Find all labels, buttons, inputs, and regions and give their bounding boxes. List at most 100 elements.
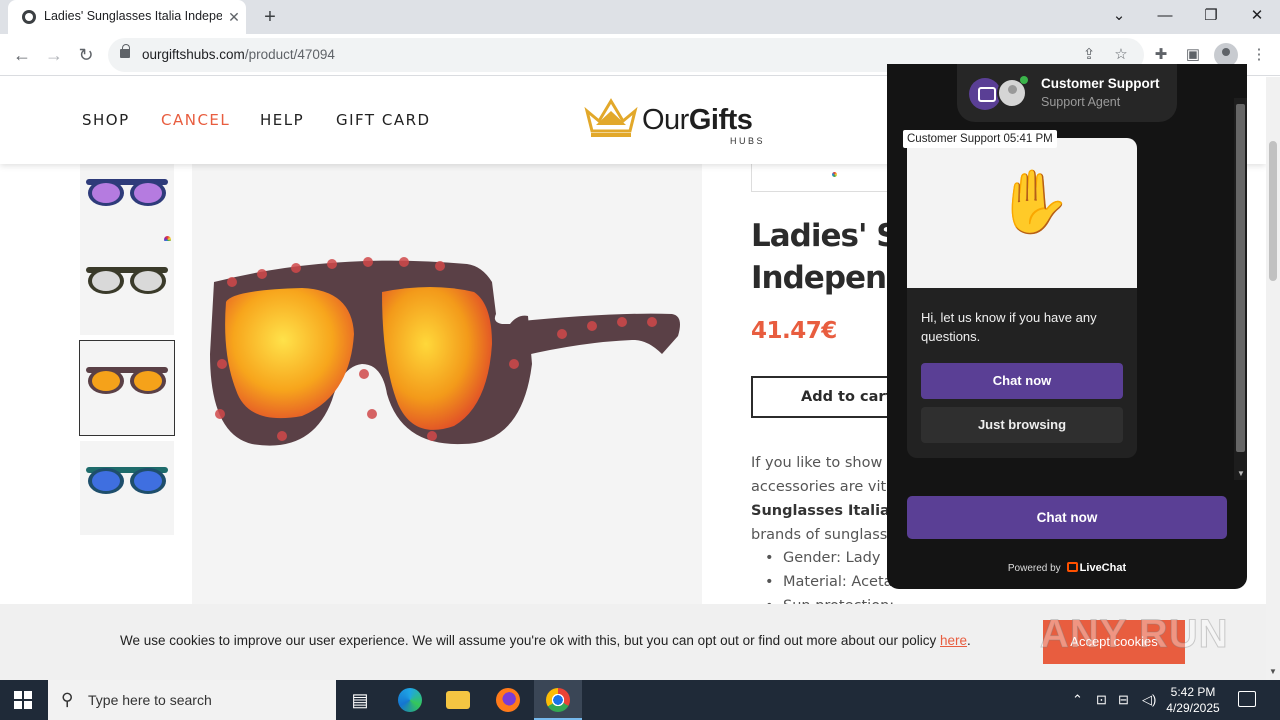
online-status-icon (1020, 76, 1028, 84)
product-thumbnail-blue[interactable] (80, 441, 174, 535)
sunglasses-purple-image (86, 179, 168, 206)
sunglasses-orange-image (86, 367, 168, 394)
page-scrollbar[interactable]: ▼ (1266, 77, 1280, 680)
restore-button[interactable]: ❐ (1188, 2, 1234, 30)
sunglasses-main-image (210, 257, 680, 446)
just-browsing-button[interactable]: Just browsing (921, 407, 1123, 443)
chat-now-button[interactable]: Chat now (907, 496, 1227, 539)
product-thumbnail-orange-selected[interactable] (79, 340, 175, 436)
cookie-policy-link[interactable]: here (940, 633, 967, 648)
reload-icon[interactable]: ↻ (72, 41, 100, 69)
crown-logo-icon (584, 98, 638, 137)
search-icon: ⚲ (61, 690, 74, 709)
agent-role: Support Agent (1041, 95, 1121, 109)
logo-word-gifts: Gifts (688, 104, 753, 136)
windows-taskbar: ⚲ Type here to search ▤ ⌃ ⊡ ⊟ ◁) 5:42 PM… (0, 680, 1280, 720)
chat-message-text: Hi, let us know if you have any question… (921, 310, 1097, 344)
chat-message-card: ✋ Hi, let us know if you have any questi… (907, 138, 1137, 458)
spec-item: Gender: Lady (765, 546, 895, 570)
forward-arrow-icon[interactable]: → (40, 41, 68, 69)
task-view-icon[interactable]: ▤ (336, 680, 384, 720)
livechat-widget: Customer Support Support Agent Customer … (887, 64, 1247, 589)
notification-icon[interactable] (1238, 691, 1256, 707)
page-scrollbar-thumb[interactable] (1269, 141, 1277, 281)
browser-tab-strip: Ladies' Sunglasses Italia Independent ✕ … (0, 0, 1280, 34)
chat-scrollbar-thumb[interactable] (1236, 104, 1245, 452)
nav-gift-card[interactable]: GIFT CARD (336, 111, 431, 129)
url-host: ourgiftshubs.com (142, 47, 245, 62)
cookie-message: We use cookies to improve our user exper… (120, 633, 940, 648)
powered-by-livechat[interactable]: Powered by LiveChat (887, 562, 1247, 574)
clock-time: 5:42 PM (1170, 685, 1216, 699)
scroll-down-arrow-icon[interactable]: ▼ (1269, 667, 1277, 676)
logo-wordmark: OurGifts (642, 104, 753, 137)
bookmark-star-icon[interactable]: ☆ (1110, 44, 1132, 66)
description-line: accessories are vital. Ladies' (751, 479, 891, 495)
new-tab-button[interactable]: + (258, 5, 282, 29)
sunglasses-blue-image (86, 467, 168, 494)
description-line: If you like to show off your style, (751, 455, 891, 471)
extensions-puzzle-icon[interactable]: ✚ (1150, 44, 1172, 66)
cookie-text: We use cookies to improve our user exper… (120, 633, 971, 648)
livechat-brand: LiveChat (1079, 562, 1127, 574)
url-text[interactable]: ourgiftshubs.com/product/47094 (142, 47, 335, 62)
tab-search-dropdown-icon[interactable]: ⌄ (1096, 2, 1142, 30)
edge-app-icon[interactable] (386, 680, 434, 720)
logo-subtitle: HUBS (730, 136, 766, 146)
tab-title: Ladies' Sunglasses Italia Independent (44, 9, 222, 23)
volume-icon[interactable]: ◁) (1142, 692, 1156, 708)
product-title-line2: Independent (751, 260, 891, 296)
chrome-app-icon[interactable] (534, 680, 582, 720)
nav-shop[interactable]: SHOP (82, 111, 130, 129)
taskbar-search-placeholder: Type here to search (88, 692, 212, 708)
chat-card-image: ✋ (907, 138, 1137, 288)
taskbar-clock[interactable]: 5:42 PM 4/29/2025 (1158, 684, 1228, 716)
windows-start-icon[interactable] (14, 691, 32, 709)
chat-now-card-button[interactable]: Chat now (921, 363, 1123, 399)
product-title: Ladies' Sunglasses Italia Independent (751, 215, 891, 299)
description-line-bold: Sunglasses Italia Independent (751, 503, 891, 519)
url-path: /product/47094 (244, 47, 335, 62)
product-main-image[interactable] (192, 164, 702, 604)
tray-chevron-icon[interactable]: ⌃ (1072, 692, 1083, 708)
spec-item-text: Gender: Lady (783, 550, 881, 566)
agent-name: Customer Support (1041, 76, 1160, 91)
product-description: If you like to show off your style, acce… (751, 451, 891, 547)
tab-close-icon[interactable]: ✕ (226, 8, 242, 26)
site-logo[interactable]: OurGifts HUBS (584, 95, 784, 149)
close-window-button[interactable]: ✕ (1234, 2, 1280, 30)
nav-help[interactable]: HELP (260, 111, 304, 129)
chat-scrollbar[interactable]: ▼ (1234, 98, 1247, 480)
back-arrow-icon[interactable]: ← (8, 41, 36, 69)
product-title-line1: Ladies' Sunglasses Italia (751, 218, 891, 254)
nav-cancel[interactable]: CANCEL (161, 111, 230, 129)
chat-agent-header: Customer Support Support Agent (957, 64, 1177, 122)
powered-by-text: Powered by (1007, 563, 1061, 574)
cookie-suffix: . (967, 633, 971, 648)
minimize-button[interactable]: — (1142, 2, 1188, 30)
chat-scroll-down-icon[interactable]: ▼ (1237, 469, 1245, 478)
sunglasses-silver-image (86, 267, 168, 294)
tray-device-icon[interactable]: ⊡ (1096, 692, 1107, 708)
product-price: 41.47€ (751, 318, 837, 344)
spec-item-text: Material: Acetate (783, 574, 895, 590)
product-thumbnail-purple[interactable] (80, 153, 174, 247)
livechat-logo-icon (1066, 562, 1078, 572)
browser-tab[interactable]: Ladies' Sunglasses Italia Independent ✕ (8, 0, 246, 34)
share-icon[interactable]: ⇪ (1078, 44, 1100, 66)
menu-kebab-icon[interactable]: ⋮ (1248, 44, 1270, 66)
product-thumbnail-silver[interactable] (80, 241, 174, 335)
message-meta: Customer Support 05:41 PM (903, 130, 1057, 148)
file-explorer-icon[interactable] (434, 680, 482, 720)
raised-hand-icon: ✋ (995, 168, 1073, 237)
network-icon[interactable]: ⊟ (1118, 692, 1129, 708)
side-panel-icon[interactable]: ▣ (1182, 44, 1204, 66)
globe-icon (22, 10, 36, 24)
cookie-banner: We use cookies to improve our user exper… (0, 604, 1266, 680)
spec-item: Material: Acetate (765, 570, 895, 594)
color-options-icon (832, 172, 837, 177)
description-line: brands of sunglasses (751, 527, 891, 543)
taskbar-search-box[interactable]: ⚲ Type here to search (48, 680, 336, 720)
firefox-app-icon[interactable] (484, 680, 532, 720)
lock-icon (120, 44, 130, 58)
